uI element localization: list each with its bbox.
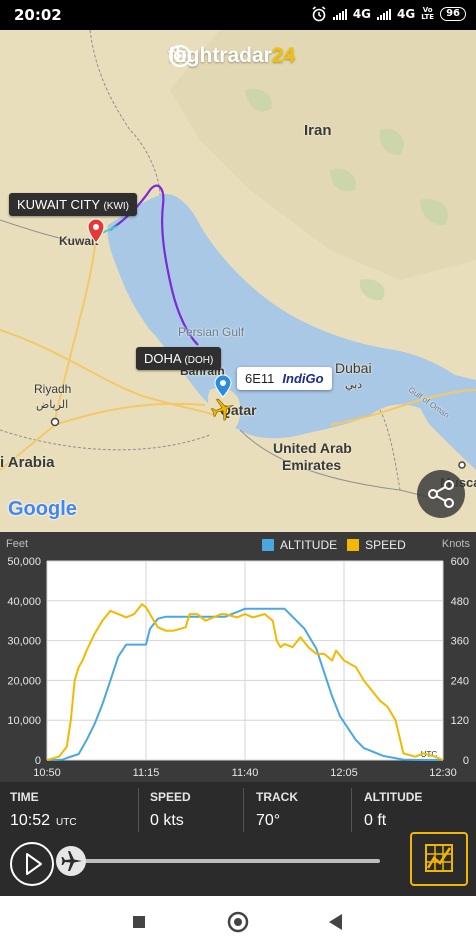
x-tick-label: 10:50 [33, 767, 61, 779]
y-right-tick-label: 240 [451, 675, 469, 687]
back-button[interactable] [326, 910, 346, 935]
google-attribution: Google [8, 498, 77, 521]
flight-info-bar: TIME 10:52 UTC SPEED 0 kts TRACK 70° ALTI… [0, 782, 476, 838]
flightradar24-logo: flightradar24 [168, 44, 295, 68]
y-left-tick-label: 30,000 [7, 636, 41, 648]
y-right-tick-label: 360 [451, 636, 469, 648]
label-dubai: Dubai [335, 360, 372, 376]
y-left-tick-label: 50,000 [7, 556, 41, 568]
flight-tag[interactable]: 6E11 IndiGo [237, 367, 332, 390]
label-uae-2: Emirates [282, 457, 342, 473]
play-icon [26, 853, 42, 875]
volte-indicator: Vo LTE [421, 6, 435, 21]
destination-city: DOHA [144, 351, 181, 366]
chart-grid-icon [425, 844, 453, 872]
logo-accent: 24 [271, 44, 296, 67]
label-riyadh-ar: الرياض [36, 399, 69, 411]
time-value: 10:52 UTC [10, 812, 77, 829]
x-tick-label: 12:05 [330, 767, 358, 779]
label-saudi-arabia: i Arabia [0, 454, 55, 471]
graph-toggle-button[interactable] [410, 832, 468, 886]
signal-icon-1 [332, 8, 347, 20]
alarm-icon [312, 6, 326, 22]
altitude-speed-chart[interactable]: 50,000 40,000 30,000 20,000 10,000 0 600 480 360… [0, 532, 476, 782]
speed-value: 0 kts [150, 812, 184, 829]
map-canvas [0, 30, 476, 532]
label-iran: Iran [304, 122, 332, 139]
x-tick-label: 12:30 [429, 767, 457, 779]
status-icons: 4G 4G Vo LTE 96 [311, 6, 466, 22]
flight-map[interactable]: flightradar24 Iran Kuwait Persian Gulf B… [0, 30, 476, 532]
radar-logo-icon [168, 44, 192, 68]
recents-button[interactable] [130, 910, 150, 935]
y-left-tick-label: 20,000 [7, 675, 41, 687]
destination-code: (DOH) [184, 355, 214, 366]
signal-icon-2 [377, 8, 392, 20]
share-button[interactable] [417, 470, 465, 518]
altitude-value: 0 ft [364, 812, 387, 829]
riyadh-marker [50, 417, 60, 427]
origin-code: (KWI) [103, 201, 129, 212]
circle-home-icon [227, 911, 249, 933]
network-type-2: 4G [397, 7, 416, 21]
flight-number: 6E11 [245, 371, 275, 386]
google-text: Google [8, 498, 77, 520]
altitude-label: ALTITUDE [364, 790, 423, 804]
origin-callout[interactable]: KUWAIT CITY (KWI) [9, 193, 137, 216]
y-right-tick-label: 0 [463, 755, 469, 767]
airline-logo: IndiGo [282, 371, 324, 386]
playback-track[interactable] [70, 859, 380, 863]
flight-chart-panel: Feet Knots ALTITUDE SPEED 50,000 40,000 30… [0, 532, 476, 782]
playback-bar [0, 832, 476, 896]
y-right-tick-label: 600 [451, 556, 469, 568]
android-nav-bar [0, 896, 476, 952]
square-recents-icon [133, 916, 145, 928]
x-tick-label: 11:15 [133, 767, 160, 779]
y-left-tick-label: 40,000 [7, 596, 41, 608]
network-type-1: 4G [352, 7, 372, 21]
time-label: TIME [10, 790, 39, 804]
label-riyadh: Riyadh [34, 382, 72, 396]
play-button[interactable] [10, 842, 54, 886]
track-label: TRACK [256, 790, 298, 804]
origin-pin-icon[interactable] [87, 218, 105, 244]
label-persian-gulf: Persian Gulf [178, 325, 245, 339]
y-left-tick-label: 10,000 [7, 715, 41, 727]
airplane-handle-icon [61, 851, 82, 871]
y-right-tick-label: 120 [451, 715, 469, 727]
destination-callout[interactable]: DOHA (DOH) [136, 347, 222, 370]
playback-handle[interactable] [56, 846, 86, 876]
home-button[interactable] [226, 910, 250, 939]
label-dubai-ar: دبي [345, 379, 363, 391]
speed-label: SPEED [150, 790, 191, 804]
triangle-back-icon [329, 914, 342, 930]
battery-icon: 96 [440, 7, 466, 21]
label-uae-1: United Arab [273, 440, 352, 456]
y-right-tick-label: 480 [451, 596, 469, 608]
status-bar: 20:02 4G 4G Vo LTE 96 [0, 0, 476, 30]
y-left-tick-label: 0 [35, 755, 41, 767]
share-icon [428, 480, 454, 508]
status-time: 20:02 [14, 6, 62, 24]
origin-city: KUWAIT CITY [17, 197, 100, 212]
x-tick-label: 11:40 [232, 767, 259, 779]
aircraft-icon[interactable] [210, 396, 236, 422]
track-value: 70° [256, 812, 281, 829]
destination-pin-icon[interactable] [214, 374, 232, 398]
